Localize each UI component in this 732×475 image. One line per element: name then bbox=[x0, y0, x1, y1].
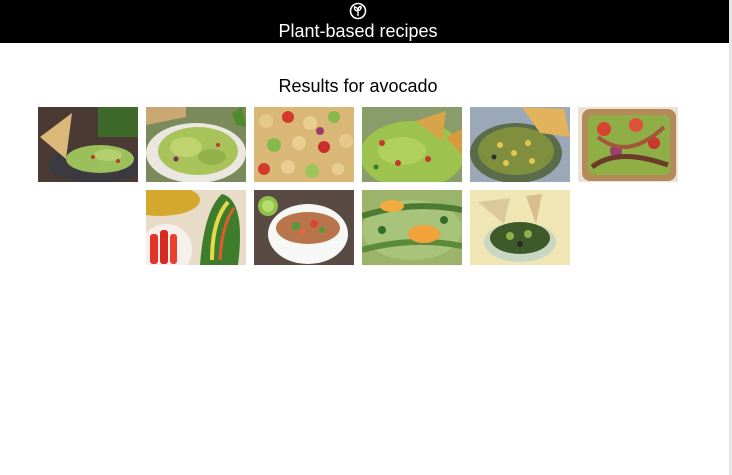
results-heading: Results for avocado bbox=[278, 76, 438, 96]
recipe-thumbnail-chunky-guacamole[interactable] bbox=[146, 107, 246, 182]
recipe-thumbnail-avocado-toast[interactable] bbox=[578, 107, 678, 182]
recipe-thumbnail-veggie-wrap[interactable] bbox=[146, 190, 246, 265]
recipe-thumbnail-orange-salad[interactable] bbox=[362, 190, 462, 265]
app-header: Plant-based recipes bbox=[0, 0, 729, 43]
leaf-circle-icon bbox=[349, 2, 367, 20]
recipe-thumbnail-salsa-chips[interactable] bbox=[470, 190, 570, 265]
recipe-thumbnail-quinoa-bowl[interactable] bbox=[254, 190, 354, 265]
recipe-thumbnail-guacamole-chips[interactable] bbox=[362, 107, 462, 182]
recipe-thumbnail-guacamole-chip[interactable] bbox=[38, 107, 138, 182]
app-title: Plant-based recipes bbox=[278, 21, 438, 41]
recipe-thumbnail-corn-salsa[interactable] bbox=[470, 107, 570, 182]
recipe-thumbnail-chickpea-salad[interactable] bbox=[254, 107, 354, 182]
